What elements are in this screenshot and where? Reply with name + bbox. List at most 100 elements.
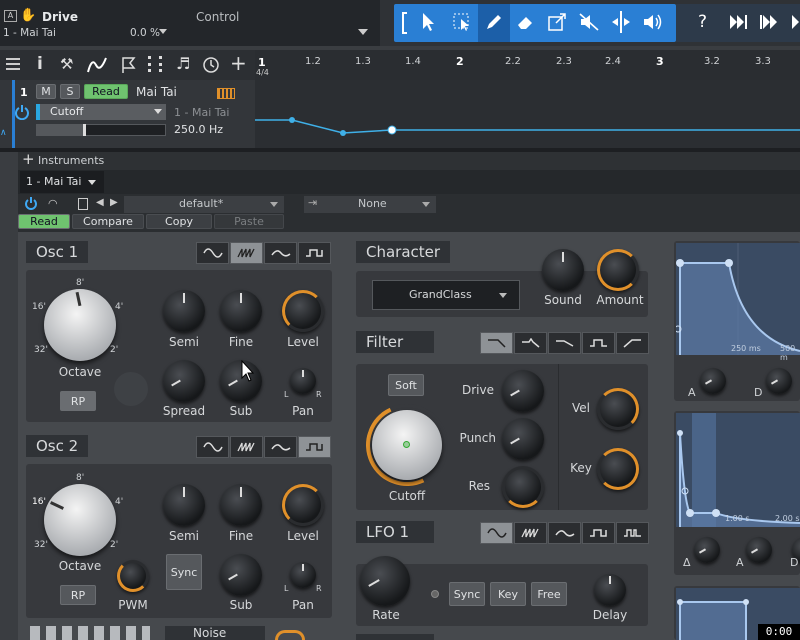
document-icon[interactable] xyxy=(78,198,88,210)
solo-button[interactable]: S xyxy=(60,84,80,99)
more-icon[interactable] xyxy=(790,12,800,32)
osc1-semi-knob[interactable] xyxy=(163,290,205,332)
osc2-pwm-knob[interactable] xyxy=(117,560,149,592)
square-wave-button[interactable] xyxy=(582,522,615,544)
osc1-octave-knob[interactable] xyxy=(44,289,116,361)
info-icon[interactable]: i xyxy=(37,54,43,74)
vel-knob[interactable] xyxy=(597,388,639,430)
read-button[interactable]: Read xyxy=(18,214,70,229)
automation-icon[interactable] xyxy=(86,55,110,75)
forward-icon[interactable] xyxy=(728,12,750,32)
cutoff-knob[interactable] xyxy=(372,410,442,480)
lfo1-key-button[interactable]: Key xyxy=(490,582,526,606)
lfo1-sync-button[interactable]: Sync xyxy=(449,582,485,606)
pencil-icon[interactable] xyxy=(484,12,504,32)
info-dropdown-icon[interactable] xyxy=(358,29,368,35)
paste-button[interactable]: Paste xyxy=(214,214,284,229)
envelope1-graph[interactable] xyxy=(676,243,800,355)
automation-curve[interactable] xyxy=(255,80,800,148)
wrench-icon[interactable]: ⚒ xyxy=(60,55,73,73)
lowpass-button[interactable] xyxy=(480,332,513,354)
lowpass-res-button[interactable] xyxy=(514,332,547,354)
bandpass-button[interactable] xyxy=(582,332,615,354)
osc2-semi-knob[interactable] xyxy=(163,484,205,526)
resize-icon[interactable] xyxy=(547,12,567,32)
osc1-pan-knob[interactable] xyxy=(290,368,316,394)
osc1-level-knob[interactable] xyxy=(282,290,324,332)
mute-tool-icon[interactable] xyxy=(578,12,600,32)
saw-wave-button[interactable] xyxy=(230,242,263,264)
amount-knob[interactable] xyxy=(597,249,639,291)
gauge-icon[interactable]: ◠ xyxy=(48,197,58,210)
score-icon[interactable]: ♬ xyxy=(176,54,190,73)
add-track-icon[interactable]: + xyxy=(230,51,247,75)
env1-decay-knob[interactable] xyxy=(766,368,792,394)
clock-icon[interactable] xyxy=(202,56,220,74)
sine-wave-button[interactable] xyxy=(196,436,229,458)
lfo1-free-button[interactable]: Free xyxy=(531,582,567,606)
sine-wave-button[interactable] xyxy=(480,522,513,544)
hand-icon[interactable]: ✋ xyxy=(20,8,36,23)
speaker-icon[interactable] xyxy=(642,12,664,32)
instrument-icon[interactable] xyxy=(217,88,235,99)
mute-button[interactable]: M xyxy=(36,84,56,99)
instrument-track-select[interactable]: 1 - Mai Tai xyxy=(20,171,104,193)
read-mode-button[interactable]: Read xyxy=(84,84,128,99)
square-wave-button[interactable] xyxy=(298,242,331,264)
power-icon[interactable] xyxy=(24,197,38,211)
osc2-sync-button[interactable]: Sync xyxy=(166,554,202,590)
sound-knob[interactable] xyxy=(542,249,584,291)
triangle-wave-button[interactable] xyxy=(548,522,581,544)
square-wave-button[interactable] xyxy=(298,436,331,458)
help-icon[interactable]: ? xyxy=(698,12,707,32)
env2-delay-knob[interactable] xyxy=(694,537,720,563)
flag-icon[interactable] xyxy=(120,56,136,74)
lowpass-slope-button[interactable] xyxy=(548,332,581,354)
eraser-icon[interactable] xyxy=(515,12,535,32)
next-preset-icon[interactable]: ▶ xyxy=(110,197,118,208)
add-instrument-icon[interactable]: + xyxy=(22,152,35,167)
highpass-button[interactable] xyxy=(616,332,649,354)
osc2-sub-knob[interactable] xyxy=(220,554,262,596)
triangle-wave-button[interactable] xyxy=(264,436,297,458)
lane-toggle-icon[interactable]: ∧ xyxy=(0,128,7,138)
env1-attack-knob[interactable] xyxy=(700,368,726,394)
prev-preset-icon[interactable]: ◀ xyxy=(96,197,104,208)
value-slider[interactable] xyxy=(36,124,166,136)
lfo1-delay-knob[interactable] xyxy=(594,574,626,606)
list-icon[interactable] xyxy=(6,58,20,70)
arrow-select-icon[interactable] xyxy=(420,12,436,32)
osc2-fine-knob[interactable] xyxy=(220,484,262,526)
saw-wave-button[interactable] xyxy=(230,436,263,458)
punch-knob[interactable] xyxy=(502,418,544,460)
osc1-spread-knob[interactable] xyxy=(163,360,205,402)
soft-button[interactable]: Soft xyxy=(388,374,424,396)
parameter-select[interactable]: Cutoff xyxy=(36,104,166,120)
key-knob[interactable] xyxy=(597,448,639,490)
track-name[interactable]: Mai Tai xyxy=(136,85,177,99)
osc1-rp-button[interactable]: RP xyxy=(60,391,96,411)
sidechain-select[interactable]: ⇥ None xyxy=(304,196,436,213)
envelope2-graph[interactable] xyxy=(676,413,800,527)
osc1-fine-knob[interactable] xyxy=(220,290,262,332)
osc2-octave-knob[interactable] xyxy=(44,484,116,556)
control-value[interactable]: 0.0 % xyxy=(130,27,160,39)
noise-knob[interactable] xyxy=(275,630,305,640)
split-tool-icon[interactable] xyxy=(610,10,632,34)
triangle-wave-button[interactable] xyxy=(264,242,297,264)
compare-button[interactable]: Compare xyxy=(72,214,144,229)
copy-button[interactable]: Copy xyxy=(146,214,212,229)
env2-attack-knob[interactable] xyxy=(746,537,772,563)
bracket-icon[interactable] xyxy=(402,12,407,34)
saw-wave-button[interactable] xyxy=(514,522,547,544)
preset-select[interactable]: default* xyxy=(124,196,284,213)
control-dropdown-icon[interactable] xyxy=(159,29,167,34)
value-slider-handle[interactable] xyxy=(83,124,86,136)
res-knob[interactable] xyxy=(502,466,544,508)
drive-knob[interactable] xyxy=(502,370,544,412)
osc2-pan-knob[interactable] xyxy=(290,562,316,588)
osc2-level-knob[interactable] xyxy=(282,484,324,526)
lfo1-rate-knob[interactable] xyxy=(360,556,410,606)
mono-icon[interactable]: A xyxy=(4,10,17,22)
osc2-rp-button[interactable]: RP xyxy=(60,585,96,605)
